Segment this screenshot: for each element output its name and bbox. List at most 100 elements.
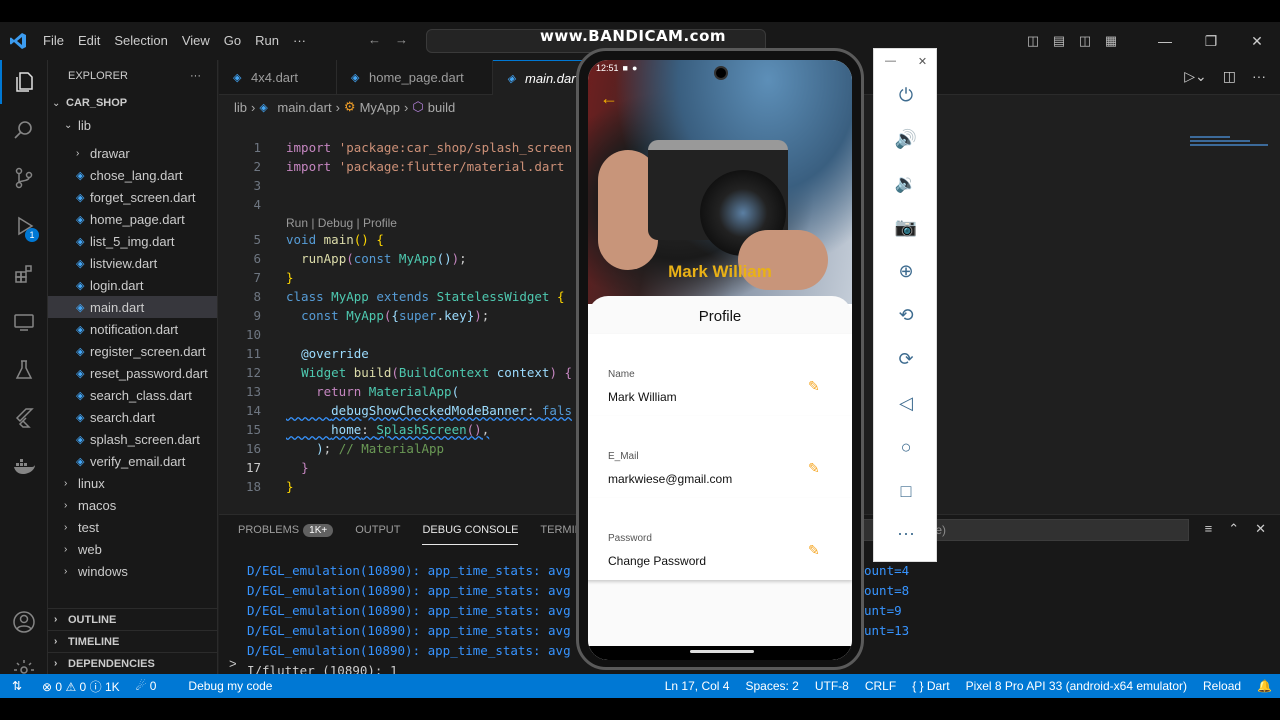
testing-icon[interactable] bbox=[0, 348, 48, 392]
zoom-icon[interactable]: ⊕ bbox=[874, 261, 938, 282]
menu-file[interactable]: File bbox=[36, 22, 71, 60]
account-icon[interactable] bbox=[0, 600, 48, 644]
back-triangle-icon[interactable]: ◁ bbox=[874, 393, 938, 414]
breadcrumb-file[interactable]: main.dart bbox=[277, 100, 331, 115]
folder-row[interactable]: › macos bbox=[48, 494, 217, 516]
volume-down-icon[interactable]: 🔉 bbox=[874, 173, 938, 194]
home-indicator[interactable] bbox=[690, 650, 754, 653]
reload-button[interactable]: Reload bbox=[1195, 679, 1249, 693]
customize-layout-icon[interactable]: ▦ bbox=[1098, 33, 1124, 49]
file-row[interactable]: ◈ listview.dart bbox=[48, 252, 217, 274]
tab-output[interactable]: OUTPUT bbox=[355, 515, 400, 545]
file-row[interactable]: ◈ search.dart bbox=[48, 406, 217, 428]
ports-status[interactable]: ☄ 0 bbox=[128, 679, 165, 693]
close-icon[interactable]: ✕ bbox=[1234, 33, 1280, 50]
file-row[interactable]: ◈ splash_screen.dart bbox=[48, 428, 217, 450]
minimize-icon[interactable]: — bbox=[885, 55, 896, 68]
file-row[interactable]: ◈ notification.dart bbox=[48, 318, 217, 340]
rotate-right-icon[interactable]: ⟳ bbox=[874, 349, 938, 370]
menu-go[interactable]: Go bbox=[217, 22, 248, 60]
folder-row[interactable]: › windows bbox=[48, 560, 217, 582]
layout-panel-icon[interactable]: ▤ bbox=[1046, 33, 1072, 49]
flutter-icon[interactable] bbox=[0, 396, 48, 440]
debug-status[interactable]: Debug my code bbox=[180, 679, 280, 693]
sidebar-section[interactable]: › OUTLINE bbox=[48, 608, 217, 630]
problems-status[interactable]: ⊗ 0 ⚠ 0 ⓘ 1K bbox=[34, 678, 128, 695]
console-prompt[interactable]: > bbox=[229, 656, 237, 671]
minimize-icon[interactable]: — bbox=[1142, 33, 1188, 50]
layout-secondary-icon[interactable]: ◫ bbox=[1072, 33, 1098, 49]
language-mode[interactable]: { } Dart bbox=[904, 679, 957, 693]
file-row[interactable]: ◈ verify_email.dart bbox=[48, 450, 217, 472]
folder-lib[interactable]: ⌄ lib bbox=[48, 114, 217, 136]
breadcrumb-folder[interactable]: lib bbox=[234, 100, 247, 115]
file-row[interactable]: ◈ forget_screen.dart bbox=[48, 186, 217, 208]
indentation[interactable]: Spaces: 2 bbox=[737, 679, 806, 693]
overview-square-icon[interactable]: □ bbox=[874, 481, 938, 502]
breadcrumb-method[interactable]: build bbox=[428, 100, 455, 115]
encoding[interactable]: UTF-8 bbox=[807, 679, 857, 693]
home-circle-icon[interactable]: ○ bbox=[874, 437, 938, 458]
rotate-left-icon[interactable]: ⟲ bbox=[874, 305, 938, 326]
file-row[interactable]: ◈ home_page.dart bbox=[48, 208, 217, 230]
file-row[interactable]: ◈ chose_lang.dart bbox=[48, 164, 217, 186]
run-debug-icon[interactable]: 1 bbox=[0, 204, 48, 248]
device-selector[interactable]: Pixel 8 Pro API 33 (android-x64 emulator… bbox=[958, 679, 1195, 693]
close-icon[interactable]: ✕ bbox=[918, 55, 927, 68]
back-arrow-icon[interactable]: ← bbox=[600, 88, 618, 109]
codelens[interactable]: Run | Debug | Profile bbox=[286, 216, 397, 230]
menu-selection[interactable]: Selection bbox=[107, 22, 174, 60]
file-row[interactable]: ◈ list_5_img.dart bbox=[48, 230, 217, 252]
layout-sidebar-icon[interactable]: ◫ bbox=[1020, 33, 1046, 49]
more-actions-icon[interactable]: ··· bbox=[1252, 68, 1266, 85]
split-editor-icon[interactable]: ◫ bbox=[1223, 68, 1236, 85]
edit-pencil-icon[interactable]: ✎ bbox=[808, 378, 820, 395]
folder-row[interactable]: › linux bbox=[48, 472, 217, 494]
tab-debug-console[interactable]: DEBUG CONSOLE bbox=[422, 515, 519, 545]
more-options-icon[interactable]: ··· bbox=[874, 523, 938, 544]
search-icon[interactable] bbox=[0, 108, 48, 152]
line-ending[interactable]: CRLF bbox=[857, 679, 904, 693]
cursor-position[interactable]: Ln 17, Col 4 bbox=[657, 679, 738, 693]
volume-up-icon[interactable]: 🔊 bbox=[874, 129, 938, 150]
power-icon[interactable]: ⏻ bbox=[874, 85, 938, 106]
explorer-more-button[interactable]: ··· bbox=[190, 70, 201, 82]
minimap[interactable] bbox=[1190, 136, 1268, 160]
docker-icon[interactable] bbox=[0, 444, 48, 488]
close-panel-icon[interactable]: ✕ bbox=[1255, 521, 1266, 537]
menu-edit[interactable]: Edit bbox=[71, 22, 107, 60]
file-row[interactable]: ◈ login.dart bbox=[48, 274, 217, 296]
edit-pencil-icon[interactable]: ✎ bbox=[808, 460, 820, 477]
restore-icon[interactable]: ❐ bbox=[1188, 33, 1234, 50]
sidebar-section[interactable]: › DEPENDENCIES bbox=[48, 652, 217, 674]
tab-4x4[interactable]: ◈ 4x4.dart bbox=[219, 60, 337, 95]
notifications-bell-icon[interactable]: 🔔 bbox=[1249, 679, 1280, 693]
file-row[interactable]: ◈ reset_password.dart bbox=[48, 362, 217, 384]
tab-home-page[interactable]: ◈ home_page.dart bbox=[337, 60, 493, 95]
file-row[interactable]: ◈ main.dart bbox=[48, 296, 217, 318]
forward-arrow-icon[interactable]: → bbox=[395, 32, 408, 47]
file-row[interactable]: ◈ search_class.dart bbox=[48, 384, 217, 406]
remote-indicator-icon[interactable]: ⇅ bbox=[0, 679, 34, 693]
menu-view[interactable]: View bbox=[175, 22, 217, 60]
remote-explorer-icon[interactable] bbox=[0, 300, 48, 344]
extensions-icon[interactable] bbox=[0, 252, 48, 296]
explorer-icon[interactable] bbox=[0, 60, 48, 104]
back-arrow-icon[interactable]: ← bbox=[368, 32, 381, 47]
menu-run[interactable]: Run bbox=[248, 22, 286, 60]
maximize-panel-icon[interactable]: ⌃ bbox=[1228, 521, 1239, 537]
folder-row[interactable]: › drawar bbox=[48, 142, 217, 164]
clear-console-icon[interactable]: ≡ bbox=[1205, 521, 1213, 537]
edit-pencil-icon[interactable]: ✎ bbox=[808, 542, 820, 559]
folder-row[interactable]: › web bbox=[48, 538, 217, 560]
breadcrumb-class[interactable]: MyApp bbox=[360, 100, 400, 115]
sidebar-section[interactable]: › TIMELINE bbox=[48, 630, 217, 652]
folder-row[interactable]: › test bbox=[48, 516, 217, 538]
run-debug-dropdown-icon[interactable]: ▷⌄ bbox=[1184, 68, 1207, 85]
file-row[interactable]: ◈ register_screen.dart bbox=[48, 340, 217, 362]
menu-more[interactable]: ··· bbox=[286, 22, 313, 60]
tab-problems[interactable]: PROBLEMS 1K+ bbox=[238, 515, 334, 545]
screenshot-camera-icon[interactable]: 📷 bbox=[874, 217, 938, 238]
workspace-root[interactable]: ⌄ CAR_SHOP bbox=[48, 92, 217, 114]
source-control-icon[interactable] bbox=[0, 156, 48, 200]
